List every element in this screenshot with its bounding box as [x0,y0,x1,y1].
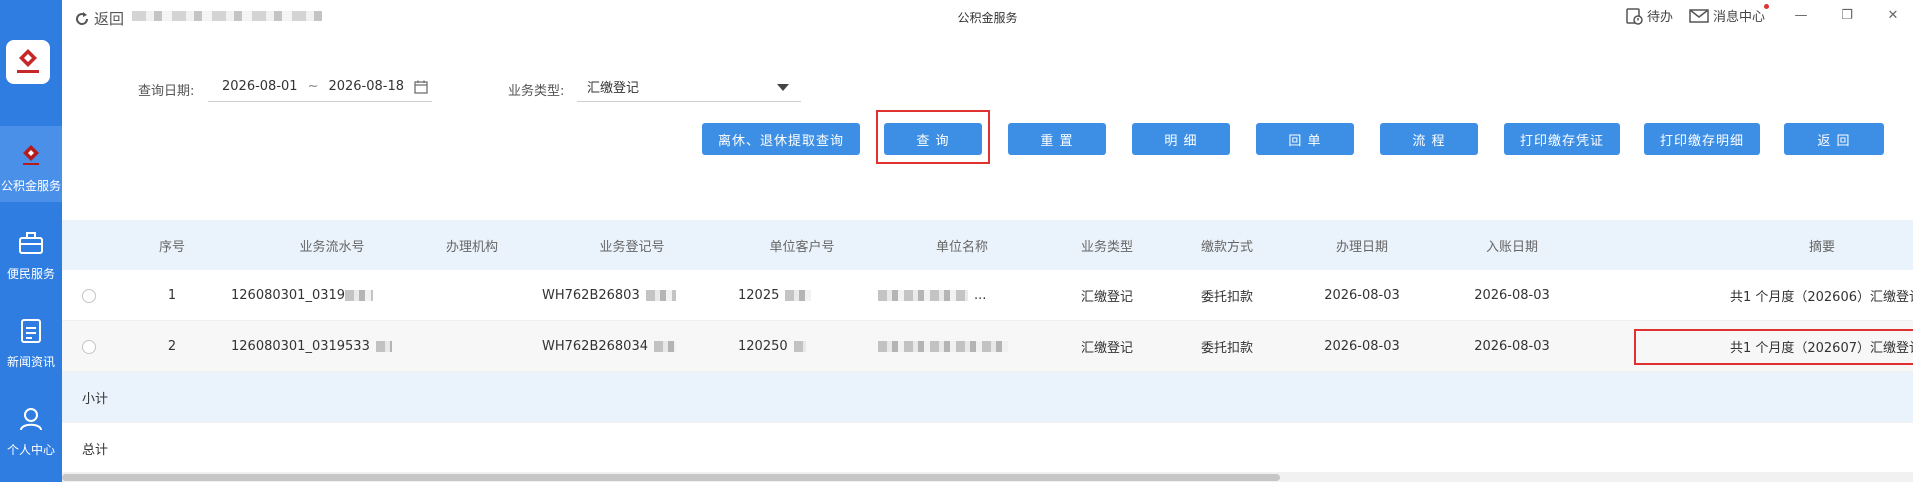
table-row[interactable]: 1 126080301_0319 WH762B26803 12025 ... 汇… [62,270,1913,321]
query-panel: 查询日期: 2026-08-01 ~ 2026-08-18 业务类型: 汇缴登记… [62,34,1913,214]
todo-link[interactable]: 待办 [1625,6,1673,25]
col-header: 业务登记号 [599,239,665,255]
cell-serial: 126080301_0319533 [231,321,392,371]
todo-icon [1626,7,1643,25]
col-header: 业务类型 [1080,239,1133,255]
cell-pay: 委托扣款 [1200,289,1253,305]
col-header: 单位名称 [935,239,988,255]
col-header: 办理日期 [1335,239,1388,255]
results-table: 序号 业务流水号 办理机构 业务登记号 单位客户号 单位名称 业务类型 缴款方式… [62,220,1913,474]
mail-icon [1689,8,1709,23]
reset-button[interactable]: 重 置 [1008,123,1106,155]
annotation-highlight-query [876,110,990,164]
row-radio[interactable] [82,289,96,303]
annotation-highlight-summary [1634,329,1913,365]
process-button[interactable]: 流 程 [1380,123,1478,155]
maximize-button[interactable]: ❐ [1827,8,1867,23]
cell-post-date: 2026-08-03 [1474,338,1550,354]
print-deposit-detail-button[interactable]: 打印缴存明细 [1644,123,1760,155]
retirement-withdrawal-query-button[interactable]: 离休、退休提取查询 [702,123,860,155]
col-header: 摘要 [1808,239,1835,255]
date-label: 查询日期: [138,84,195,99]
sidebar: 公积金服务 便民服务 新闻资讯 个人中心 [0,0,62,482]
total-row: 总计 [62,423,1913,474]
date-range-picker[interactable]: 2026-08-01 ~ 2026-08-18 [208,72,432,102]
minimize-button[interactable]: — [1781,8,1821,23]
subtotal-label: 小计 [82,391,109,407]
chevron-down-icon [777,84,789,91]
refresh-icon [76,11,89,25]
horizontal-scrollbar[interactable] [62,472,1913,482]
receipt-button[interactable]: 回 单 [1256,123,1354,155]
cell-cust: 12025 [738,270,812,320]
cell-serial: 126080301_0319 [231,270,374,320]
news-icon [17,317,45,345]
todo-label: 待办 [1646,10,1673,25]
detail-button[interactable]: 明 细 [1132,123,1230,155]
cell-type: 汇缴登记 [1080,340,1133,356]
subtotal-row: 小计 [62,372,1913,423]
business-type-select[interactable]: 汇缴登记 [577,72,801,102]
date-to[interactable]: 2026-08-18 [328,79,404,94]
date-from[interactable]: 2026-08-01 [222,79,298,94]
sidebar-item-fund-service[interactable]: 公积金服务 [0,126,62,202]
total-label: 总计 [82,442,109,458]
notification-dot [1764,4,1769,9]
fund-logo-icon [17,141,45,169]
messages-label: 消息中心 [1712,10,1765,25]
col-header: 办理机构 [445,239,498,255]
cell-no: 1 [167,287,177,303]
sidebar-item-convenience[interactable]: 便民服务 [0,214,62,290]
cell-reg: WH762B26803 [542,270,676,320]
col-header: 序号 [158,239,185,255]
back-link[interactable]: 返回 [74,8,124,29]
business-type-value: 汇缴登记 [587,81,640,96]
date-separator: ~ [307,79,319,94]
return-button[interactable]: 返 回 [1784,123,1884,155]
sidebar-item-personal[interactable]: 个人中心 [0,390,62,466]
scrollbar-thumb[interactable] [62,474,1280,481]
row-radio[interactable] [82,340,96,354]
col-header: 业务流水号 [299,239,365,255]
fund-logo-icon [17,49,39,73]
cell-cust: 120250 [738,321,806,371]
col-header: 缴款方式 [1200,239,1253,255]
col-header: 入账日期 [1485,239,1538,255]
sidebar-item-news[interactable]: 新闻资讯 [0,302,62,378]
print-deposit-voucher-button[interactable]: 打印缴存凭证 [1504,123,1620,155]
app-logo [6,40,50,84]
cell-name: ... [878,270,986,320]
window-title: 公积金服务 [957,11,1018,25]
back-label: 返回 [94,10,125,28]
redacted-breadcrumb [132,11,322,21]
sidebar-item-label: 个人中心 [6,443,55,457]
cell-handle-date: 2026-08-03 [1324,287,1400,303]
cell-reg: WH762B268034 [542,321,676,371]
calendar-icon[interactable] [414,80,428,94]
cell-name [878,321,1008,371]
cell-handle-date: 2026-08-03 [1324,338,1400,354]
cell-type: 汇缴登记 [1080,289,1133,305]
close-button[interactable]: ✕ [1873,8,1913,23]
title-bar: 返回 公积金服务 待办 消息中心 — ❐ ✕ [62,0,1913,34]
table-row[interactable]: 2 126080301_0319533 WH762B268034 120250 … [62,321,1913,372]
cell-post-date: 2026-08-03 [1474,287,1550,303]
table-header: 序号 业务流水号 办理机构 业务登记号 单位客户号 单位名称 业务类型 缴款方式… [62,220,1913,270]
type-label: 业务类型: [508,84,565,99]
col-header: 单位客户号 [769,239,835,255]
cell-no: 2 [167,338,177,354]
cell-pay: 委托扣款 [1200,340,1253,356]
briefcase-icon [17,229,45,257]
cell-summary: 共1 个月度（202606）汇缴登记 [1729,289,1913,305]
user-icon [17,405,45,433]
sidebar-item-label: 公积金服务 [0,179,61,193]
messages-link[interactable]: 消息中心 [1689,4,1769,25]
sidebar-item-label: 新闻资讯 [6,355,55,369]
sidebar-item-label: 便民服务 [6,267,55,281]
